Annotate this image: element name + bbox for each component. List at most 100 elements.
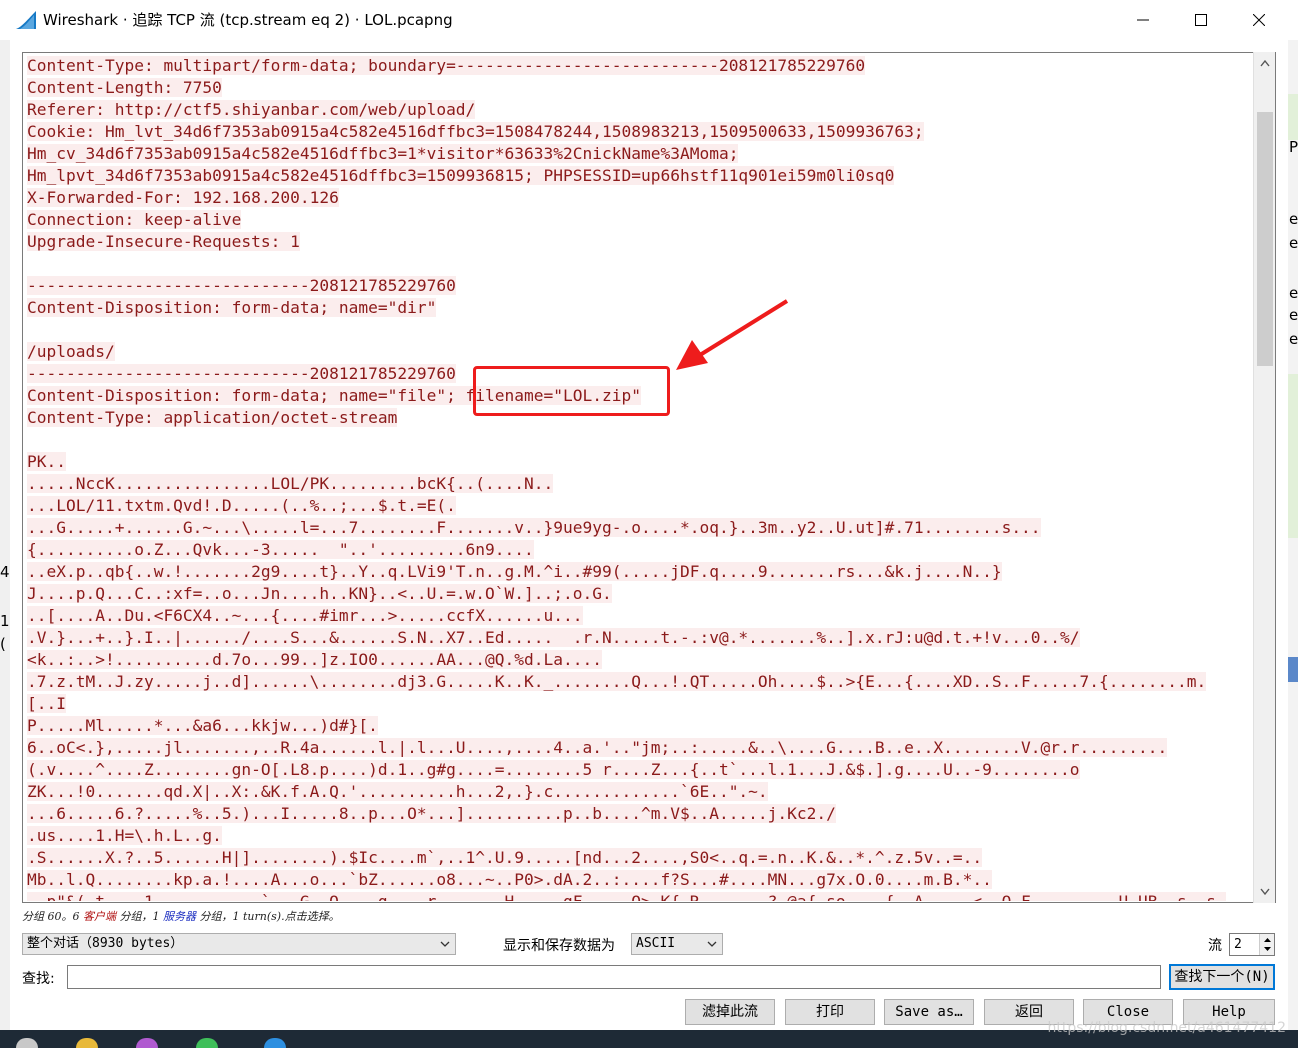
close-window-button[interactable] [1230,0,1288,40]
stream-line-text: P.....Ml.....*...&a6...kkjw...)d#}[. [27,716,378,735]
stream-status-line: 分组 60。6 客户端 分组，1 服务器 分组，1 turn(s).点击选择。 [22,908,340,924]
background-window-left-edge [0,40,10,1030]
scroll-thumb[interactable] [1257,112,1273,366]
chevron-down-icon [1260,888,1270,895]
stream-text[interactable]: Content-Type: multipart/form-data; bound… [27,55,1253,901]
stream-line-text: ...LOL/11.txtm.Qvd!.D.....(..%..;...$.t.… [27,496,456,515]
stream-line: ...G.....+......G.~...\.....l=...7......… [27,517,1253,539]
maximize-button[interactable] [1172,0,1230,40]
stream-line-text: ...G.....+......G.~...\.....l=...7......… [27,518,1041,537]
stream-line: PK.. [27,451,1253,473]
scroll-down-button[interactable] [1254,881,1276,901]
stream-line-text: Hm_lpvt_34d6f7353ab0915a4c582e4516dffbc3… [27,166,895,185]
watermark-text: https://blog.csdn.net/a461477412 [1047,1020,1287,1036]
spin-buttons[interactable] [1259,934,1274,955]
stream-line: (.v....^....Z........gn-O[.L8.p....)d.1.… [27,759,1253,781]
background-row-selected [1288,657,1298,682]
stream-line: 6..oC<.},.....jl.......,..R.4a......l.|.… [27,737,1253,759]
stream-line-text: Content-Disposition: form-data; name="di… [27,298,437,317]
stream-line-text: .V.}...+..}.I..|....../....S...&......S.… [27,628,1080,647]
find-input[interactable] [67,965,1161,989]
stream-line-text: ..eX.p..qb{..w.!.......2g9....t}..Y..q.L… [27,562,1002,581]
chevron-down-icon [707,941,717,947]
stream-line-text: /uploads/ [27,342,115,361]
print-button[interactable]: 打印 [785,999,875,1025]
minimize-icon [1137,19,1149,21]
stream-line: Referer: http://ctf5.shiyanbar.com/web/u… [27,99,1253,121]
stream-line-text: .....NccK................LOL/PK.........… [27,474,554,493]
stream-line: Mb..l.Q........kp.a.!....A...o...`bZ....… [27,869,1253,891]
conversation-select-value: 整个对话（8930 bytes） [27,936,184,951]
stream-number-value: 2 [1234,937,1242,952]
background-char: e [1289,234,1298,252]
chevron-up-icon [1260,59,1270,66]
annotation-highlight-box [473,366,670,416]
stream-line: /uploads/ [27,341,1253,363]
stream-line-text: ...6.....6.?.....%..5.)...I.....8..p...O… [27,804,836,823]
stream-line: ZK...!0.......qd.X|..X:.&K.f.A.Q.'......… [27,781,1253,803]
background-char: ( [0,635,6,653]
background-char: e [1289,330,1298,348]
stream-line: .V.}...+..}.I..|....../....S...&......S.… [27,627,1253,649]
stream-line-text: (.v....^....Z........gn-O[.L8.p....)d.1.… [27,760,1080,779]
display-format-label: 显示和保存数据为 [503,938,615,954]
display-format-value: ASCII [636,936,676,951]
stream-line: .....NccK................LOL/PK.........… [27,473,1253,495]
stream-line-text: ZK...!0.......qd.X|..X:.&K.f.A.Q.'......… [27,782,768,801]
stream-scrollbar[interactable] [1253,52,1275,903]
background-char: 4 [0,563,10,581]
stream-line [27,253,1253,275]
stream-number-spinbox[interactable]: 2 [1229,933,1275,956]
background-char: P [1289,138,1298,156]
stream-line: Hm_lpvt_34d6f7353ab0915a4c582e4516dffbc3… [27,165,1253,187]
stream-line [27,429,1253,451]
stream-line: ...LOL/11.txtm.Qvd!.D.....(..%..;...$.t.… [27,495,1253,517]
stream-line-text: ..[....A..Du.<F6CX4..~...{....#imr...>..… [27,606,583,625]
stream-line: ..eX.p..qb{..w.!.......2g9....t}..Y..q.L… [27,561,1253,583]
close-icon [1253,14,1265,26]
stream-line-text: -----------------------------20812178522… [27,276,456,295]
conversation-select[interactable]: 整个对话（8930 bytes） [22,933,456,955]
stream-line: X-Forwarded-For: 192.168.200.126 [27,187,1253,209]
stream-line: Cookie: Hm_lvt_34d6f7353ab0915a4c582e451… [27,121,1253,143]
scroll-up-button[interactable] [1254,53,1276,73]
stream-line-text: .S......X.?..5......H|]........).$Ic....… [27,848,983,867]
status-packet-count: 分组 60。6 [22,910,80,923]
maximize-icon [1195,14,1207,26]
stream-line-text: .7.z.tM..J.zy.....j..d]......\........dj… [27,672,1207,691]
status-client-label: 客户端 [83,910,116,923]
stream-line-text: -----------------------------20812178522… [27,364,456,383]
background-char: 1 [0,612,10,630]
background-char: e [1289,284,1298,302]
stream-line: .S......X.?..5......H|]........).$Ic....… [27,847,1253,869]
stream-line-text: {..........o.Z...Qvk...-3..... "..'.....… [27,540,534,559]
title-bar: Wireshark · 追踪 TCP 流 (tcp.stream eq 2) ·… [0,0,1298,40]
stream-line: P.....Ml.....*...&a6...kkjw...)d#}[. [27,715,1253,737]
stream-line: -----------------------------20812178522… [27,275,1253,297]
background-row-highlight [1288,94,1298,140]
stream-line-text: Content-Type: multipart/form-data; bound… [27,56,866,75]
stream-line: {..........o.Z...Qvk...-3..... "..'.....… [27,539,1253,561]
stream-line: .7.z.tM..J.zy.....j..d]......\........dj… [27,671,1253,693]
stream-line: Content-Type: multipart/form-data; bound… [27,55,1253,77]
stream-line-text: Cookie: Hm_lvt_34d6f7353ab0915a4c582e451… [27,122,924,141]
stream-line-text: Referer: http://ctf5.shiyanbar.com/web/u… [27,100,476,119]
stream-line-text: Connection: keep-alive [27,210,242,229]
stream-line-text: Hm_cv_34d6f7353ab0915a4c582e4516dffbc3=1… [27,144,739,163]
find-next-button[interactable]: 查找下一个(N) [1169,964,1275,990]
background-row-highlight [1288,374,1298,538]
display-format-select[interactable]: ASCII [631,933,723,955]
stream-line-text: Content-Type: application/octet-stream [27,408,398,427]
minimize-button[interactable] [1114,0,1172,40]
save-as-button[interactable]: Save as… [884,999,974,1025]
stream-line-text: ..p"&(.t....1...........`...G..O....g...… [27,892,1226,901]
stream-line-text: [..I [27,694,66,713]
filter-out-stream-button[interactable]: 滤掉此流 [685,999,775,1025]
stream-line: Connection: keep-alive [27,209,1253,231]
stream-content-panel[interactable]: Content-Type: multipart/form-data; bound… [22,52,1276,903]
wireshark-fin-icon [16,11,36,29]
background-char: e [1289,210,1298,228]
stream-line-text: Content-Length: 7750 [27,78,222,97]
chevron-down-icon [440,941,450,947]
stream-line-text: Mb..l.Q........kp.a.!....A...o...`bZ....… [27,870,992,889]
